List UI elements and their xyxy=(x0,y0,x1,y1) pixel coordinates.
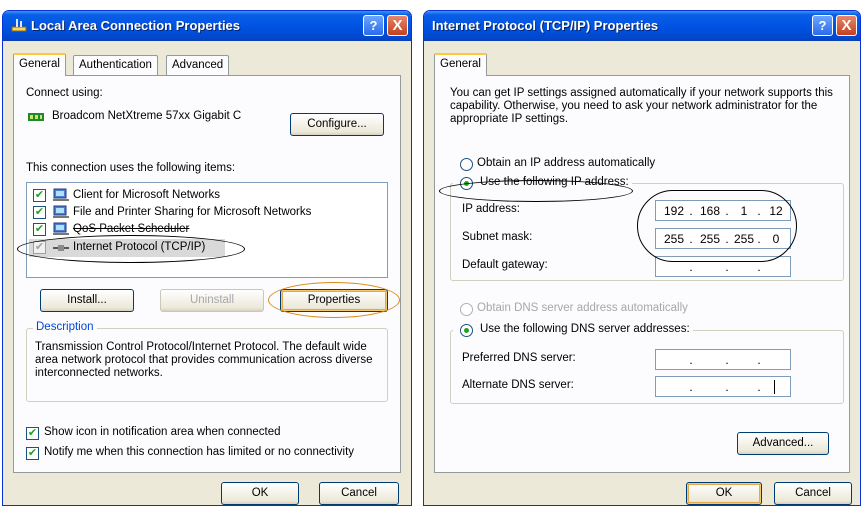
protocol-icon xyxy=(53,241,69,255)
show-icon-checkbox[interactable]: ✔ xyxy=(26,427,39,440)
preferred-dns-label: Preferred DNS server: xyxy=(462,352,576,364)
tab-general[interactable]: General xyxy=(434,53,487,76)
general-tab-panel: Connect using: Broadcom NetXtreme 57xx G… xyxy=(13,75,401,473)
local-area-connection-properties-dialog: Local Area Connection Properties ? X Gen… xyxy=(2,10,412,506)
tab-authentication[interactable]: Authentication xyxy=(73,55,158,75)
general-tab-panel: You can get IP settings assigned automat… xyxy=(434,75,850,473)
use-following-ip-label: Use the following IP address: xyxy=(480,176,629,188)
mask-octet: 255 xyxy=(733,232,755,246)
ip-octet: 1 xyxy=(740,204,748,218)
mask-octet: 255 xyxy=(699,232,721,246)
configure-button[interactable]: Configure... xyxy=(290,113,384,136)
close-button[interactable]: X xyxy=(387,15,408,36)
connect-using-label: Connect using: xyxy=(26,87,103,99)
title-bar[interactable]: Local Area Connection Properties ? X xyxy=(3,11,411,41)
alternate-dns-label: Alternate DNS server: xyxy=(462,379,574,391)
tab-advanced[interactable]: Advanced xyxy=(166,55,230,75)
use-following-ip-header: Use the following IP address: xyxy=(453,176,632,190)
dialog-title: Internet Protocol (TCP/IP) Properties xyxy=(432,18,659,33)
ip-octet: 192 xyxy=(663,204,685,218)
ok-button[interactable]: OK xyxy=(686,482,762,505)
use-following-dns-radio[interactable] xyxy=(460,324,473,337)
dialog-title-text: Local Area Connection Properties xyxy=(31,18,241,33)
items-label: This connection uses the following items… xyxy=(26,162,236,174)
description-title: Description xyxy=(33,321,97,333)
qos-scheduler-icon xyxy=(53,222,69,236)
text-cursor xyxy=(774,380,775,394)
ip-address-field[interactable]: 192. 168. 1. 12 xyxy=(655,200,791,221)
install-button[interactable]: Install... xyxy=(40,289,134,312)
help-button[interactable]: ? xyxy=(363,15,384,36)
default-gateway-label: Default gateway: xyxy=(462,259,548,271)
dns-group: Use the following DNS server addresses: … xyxy=(450,323,844,404)
show-icon-label: Show icon in notification area when conn… xyxy=(44,426,281,438)
ip-address-label: IP address: xyxy=(462,203,520,215)
obtain-ip-auto-label: Obtain an IP address automatically xyxy=(477,157,656,169)
file-sharing-checkbox[interactable]: ✔ xyxy=(33,206,46,219)
ip-octet: 12 xyxy=(769,204,783,218)
description-text: Transmission Control Protocol/Internet P… xyxy=(35,341,373,379)
cancel-button[interactable]: Cancel xyxy=(319,482,399,505)
subnet-mask-label: Subnet mask: xyxy=(462,231,533,243)
mask-octet: 255 xyxy=(663,232,685,246)
description-group: Description Transmission Control Protoco… xyxy=(26,321,388,402)
subnet-mask-field[interactable]: 255. 255. 255. 0 xyxy=(655,228,791,249)
use-following-dns-header: Use the following DNS server addresses: xyxy=(453,323,693,337)
properties-button[interactable]: Properties xyxy=(280,289,388,312)
obtain-dns-auto-radio[interactable] xyxy=(460,303,473,316)
list-item-label: File and Printer Sharing for Microsoft N… xyxy=(73,206,312,218)
obtain-dns-auto-label: Obtain DNS server address automatically xyxy=(477,302,688,314)
uninstall-button[interactable]: Uninstall xyxy=(160,289,264,312)
tab-general[interactable]: General xyxy=(13,53,66,76)
intro-text: You can get IP settings assigned automat… xyxy=(450,87,833,125)
alternate-dns-field[interactable]: ... xyxy=(655,376,791,397)
ip-octet: 168 xyxy=(699,204,721,218)
network-client-icon xyxy=(53,188,69,202)
use-following-ip-radio[interactable] xyxy=(460,177,473,190)
obtain-ip-auto-radio[interactable] xyxy=(460,158,473,171)
connection-items-list[interactable]: ✔ Client for Microsoft Networks ✔ File a… xyxy=(17,182,388,278)
cancel-button[interactable]: Cancel xyxy=(774,482,852,505)
close-button[interactable]: X xyxy=(836,15,857,36)
notify-label: Notify me when this connection has limit… xyxy=(44,446,355,458)
preferred-dns-field[interactable]: ... xyxy=(655,349,791,370)
advanced-button[interactable]: Advanced... xyxy=(737,432,829,455)
ok-button[interactable]: OK xyxy=(221,482,299,505)
adapter-name: Broadcom NetXtreme 57xx Gigabit C xyxy=(52,110,242,122)
dialog-title: Local Area Connection Properties xyxy=(11,18,240,33)
tcpip-checkbox[interactable]: ✔ xyxy=(33,241,46,254)
tcpip-properties-dialog: Internet Protocol (TCP/IP) Properties ? … xyxy=(423,10,861,506)
notify-checkbox[interactable]: ✔ xyxy=(26,447,39,460)
client-checkbox[interactable]: ✔ xyxy=(33,189,46,202)
file-sharing-icon xyxy=(53,205,69,219)
ip-address-group: Use the following IP address: IP address… xyxy=(450,176,844,281)
list-item-label: QoS Packet Scheduler xyxy=(73,223,190,235)
network-connection-icon xyxy=(11,18,27,32)
title-bar[interactable]: Internet Protocol (TCP/IP) Properties ? … xyxy=(424,11,860,41)
use-following-dns-label: Use the following DNS server addresses: xyxy=(480,323,690,335)
qos-checkbox[interactable]: ✔ xyxy=(33,223,46,236)
network-adapter-icon xyxy=(28,111,44,126)
default-gateway-field[interactable]: ... xyxy=(655,256,791,277)
list-item-label: Internet Protocol (TCP/IP) xyxy=(73,241,206,253)
help-button[interactable]: ? xyxy=(812,15,833,36)
list-item-label: Client for Microsoft Networks xyxy=(73,189,220,201)
mask-octet: 0 xyxy=(772,232,780,246)
